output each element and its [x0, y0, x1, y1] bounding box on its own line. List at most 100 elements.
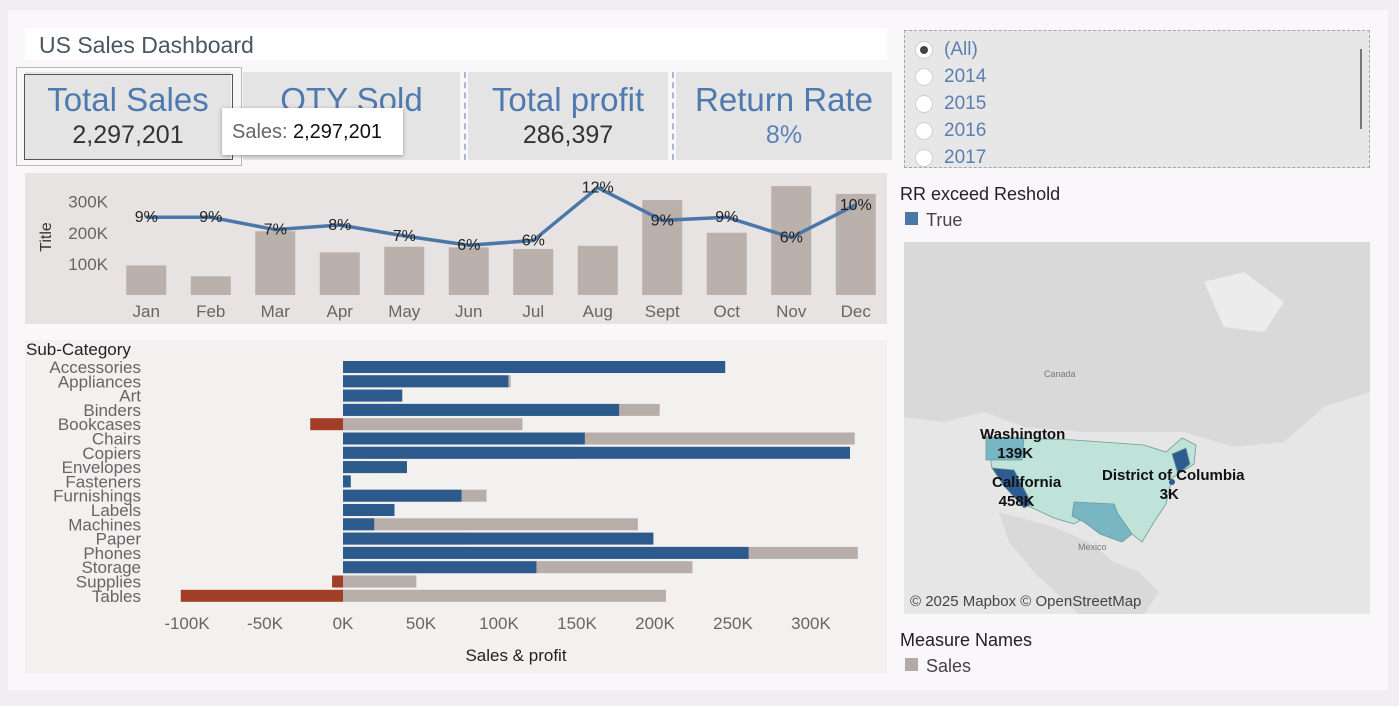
return-rate-label: 8%: [328, 217, 351, 234]
map-label-california: California 458K: [992, 474, 1061, 510]
month-bar: [706, 232, 747, 295]
x-tick-label: 50K: [406, 614, 437, 633]
radio-icon[interactable]: [915, 149, 933, 167]
profit-bar: [343, 403, 620, 416]
monthly-chart-panel: Title 100K 200K 300K Jan Feb Mar Apr May Jun Jul Au…: [25, 173, 887, 324]
x-tick-label: 150K: [557, 614, 597, 633]
profit-bar: [332, 575, 343, 588]
x-tick-label: Aug: [583, 302, 613, 321]
kpi-total-profit[interactable]: Total profit 286,397: [468, 72, 668, 160]
profit-bar: [343, 561, 537, 574]
kpi-return-rate[interactable]: Return Rate 8%: [676, 72, 892, 160]
sales-tooltip: Sales: 2,297,201: [222, 108, 403, 155]
map-credit[interactable]: © 2025 Mapbox © OpenStreetMap: [910, 593, 1141, 610]
category-label: Tables: [92, 587, 141, 606]
radio-icon[interactable]: [915, 95, 933, 113]
return-rate-label: 6%: [780, 229, 803, 246]
rr-legend-item[interactable]: True: [926, 210, 962, 231]
sales-bar: [343, 418, 523, 431]
x-tick-label: Jul: [522, 302, 544, 321]
radio-icon[interactable]: [915, 122, 933, 140]
filter-option-label: 2015: [944, 93, 987, 114]
map-label-value: 3K: [1159, 486, 1179, 503]
x-tick-label: Sept: [645, 302, 680, 321]
return-rate-label: 12%: [582, 180, 614, 197]
map-label-state: Washington: [980, 426, 1066, 443]
kpi-divider: [464, 72, 466, 160]
map-place-canada: Canada: [1044, 369, 1076, 379]
profit-bar: [343, 532, 654, 545]
return-rate-label: 9%: [199, 209, 222, 226]
monthly-sales-chart: Title 100K 200K 300K Jan Feb Mar Apr May Jun Jul Au…: [38, 180, 876, 321]
year-filter: (All) 2014 2015 2016 2017: [904, 30, 1370, 168]
x-tick-label: Jan: [133, 302, 160, 321]
map-label-dc: District of Columbia 3K: [1102, 467, 1245, 503]
tooltip-value: 2,297,201: [293, 121, 382, 143]
profit-bar: [343, 446, 850, 459]
x-tick-label: Jun: [455, 302, 482, 321]
filter-option-label: (All): [944, 39, 978, 60]
profit-bar: [343, 489, 462, 502]
return-rate-label: 6%: [457, 237, 480, 254]
kpi-divider: [672, 72, 674, 160]
profit-bar: [343, 461, 407, 474]
filter-option-label: 2016: [944, 120, 987, 141]
month-bar: [384, 246, 425, 295]
kpi-focus-border: [24, 74, 233, 160]
dashboard-title-bar: US Sales Dashboard: [25, 28, 887, 60]
x-tick-label: 250K: [713, 614, 753, 633]
sales-bar: [343, 589, 666, 602]
map-label-state: District of Columbia: [1102, 467, 1245, 484]
month-bar: [513, 248, 554, 295]
return-rate-label: 9%: [715, 209, 738, 226]
kpi-value: 8%: [765, 121, 803, 149]
x-tick-label: 0K: [333, 614, 354, 633]
y-axis-label: Title: [38, 222, 55, 252]
y-tick-label: 200K: [68, 224, 108, 243]
subcategory-axis-title: Sub-Category: [26, 340, 131, 359]
map-label-washington: Washington 139K: [980, 426, 1065, 462]
kpi-label: Total profit: [491, 81, 645, 118]
profit-bar: [343, 546, 749, 559]
x-tick-label: Feb: [196, 302, 225, 321]
return-rate-label: 6%: [522, 233, 545, 250]
profit-bar: [343, 361, 726, 373]
profit-bar: [343, 375, 509, 388]
subcategory-chart-panel: Sub-Category Accessories Appliances Art Bind…: [25, 340, 887, 673]
profit-bar: [343, 504, 395, 516]
profit-bar: [343, 432, 585, 445]
rr-legend-swatch: [905, 212, 918, 225]
month-bar: [190, 276, 231, 295]
x-tick-label: 100K: [479, 614, 519, 633]
return-rate-label: 7%: [264, 222, 287, 239]
x-tick-label: Nov: [776, 302, 807, 321]
return-rate-label: 9%: [135, 209, 158, 226]
month-bar: [448, 247, 489, 295]
x-tick-label: Dec: [841, 302, 872, 321]
tooltip-label: Sales:: [232, 121, 288, 143]
canada-landmass: [904, 242, 1370, 447]
us-sales-map[interactable]: Canada Mexico Washington 139K California…: [904, 242, 1370, 614]
x-tick-label: May: [388, 302, 421, 321]
x-tick-label: -50K: [247, 614, 284, 633]
return-rate-label: 7%: [393, 228, 416, 245]
measure-legend-swatch: [905, 658, 918, 671]
radio-selected-icon[interactable]: [915, 41, 933, 59]
return-rate-label: 10%: [840, 197, 872, 214]
radio-icon[interactable]: [915, 68, 933, 86]
filter-option-label: 2017: [944, 147, 987, 168]
month-bar: [319, 252, 360, 295]
map-label-state: California: [992, 474, 1062, 491]
x-tick-label: Mar: [261, 302, 291, 321]
measure-legend-item[interactable]: Sales: [926, 656, 971, 677]
return-rate-line: [146, 185, 857, 247]
y-tick-label: 300K: [68, 193, 108, 212]
map-basemap: [904, 242, 1370, 614]
filter-scrollbar[interactable]: [1360, 49, 1362, 129]
map-place-mexico: Mexico: [1078, 542, 1107, 552]
profit-bar: [180, 589, 343, 602]
kpi-label: Return Rate: [695, 81, 873, 118]
x-tick-label: 200K: [635, 614, 675, 633]
profit-bar: [343, 518, 375, 531]
measure-legend-title: Measure Names: [900, 630, 1033, 650]
